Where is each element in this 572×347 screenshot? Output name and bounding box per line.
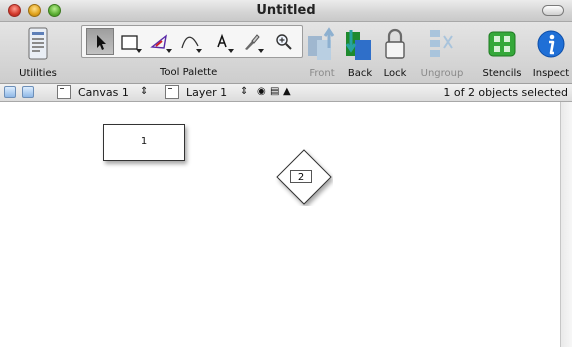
canvas-selector[interactable]: Canvas 1 [78, 86, 129, 99]
send-to-back-icon [345, 30, 371, 60]
lock-button[interactable]: Lock [382, 26, 408, 79]
app-window: Untitled Utilities Tool Palette Front Ba… [0, 0, 572, 347]
nav-forward-icon[interactable] [22, 86, 34, 98]
chevron-down-icon [166, 49, 172, 53]
tool-palette-label: Tool Palette [160, 67, 218, 78]
lock-icon [385, 28, 405, 59]
selection-tool-button[interactable] [86, 28, 114, 55]
text-tool-button[interactable] [208, 28, 236, 55]
rectangle-tool-button[interactable] [116, 28, 144, 55]
canvas-layer-bar: Canvas 1 ⇕ Layer 1 ⇕ ◉ ▤ ▲ 1 of 2 object… [0, 84, 572, 102]
inspect-button[interactable]: Inspect [533, 26, 569, 79]
toolbar: Utilities Tool Palette Front Back Lock U… [0, 22, 572, 84]
layer-thumbnail-icon [165, 85, 179, 99]
pen-tool-button[interactable] [146, 28, 174, 55]
rectangle-shape-label: 1 [140, 136, 148, 147]
style-brush-tool-button[interactable] [238, 28, 266, 55]
layer-popup-arrows-icon[interactable]: ⇕ [240, 86, 248, 97]
visibility-eye-icon[interactable]: ◉ [257, 86, 266, 97]
layer-selector[interactable]: Layer 1 [186, 86, 227, 99]
zoom-tool-button[interactable] [270, 28, 298, 55]
window-title: Untitled [256, 3, 316, 18]
curve-tool-button[interactable] [176, 28, 204, 55]
ungroup-icon [430, 30, 453, 57]
utilities-button[interactable]: Utilities [19, 26, 57, 79]
rectangle-shape[interactable]: 1 [103, 124, 185, 161]
send-to-back-button[interactable]: Back [343, 26, 377, 79]
info-icon [537, 30, 565, 58]
stencils-icon [488, 31, 516, 57]
stencils-button[interactable]: Stencils [482, 26, 522, 79]
toolbar-toggle-button[interactable] [542, 5, 564, 16]
chevron-down-icon [228, 49, 234, 53]
layer-lock-icon[interactable]: ▲ [283, 86, 291, 97]
chevron-down-icon [136, 49, 142, 53]
utilities-icon [28, 27, 48, 60]
bring-to-front-icon [308, 27, 335, 60]
chevron-down-icon [196, 49, 202, 53]
nav-back-icon[interactable] [4, 86, 16, 98]
chevron-down-icon [258, 49, 264, 53]
inspect-label: Inspect [532, 68, 570, 79]
vertical-scrollbar[interactable] [560, 102, 572, 347]
utilities-label: Utilities [19, 68, 57, 79]
title-bar: Untitled [0, 0, 572, 22]
bring-to-front-button[interactable]: Front [305, 26, 339, 79]
selection-status: 1 of 2 objects selected [443, 86, 568, 99]
tool-palette [81, 25, 303, 58]
drawing-canvas[interactable] [0, 102, 560, 347]
canvas-popup-arrows-icon[interactable]: ⇕ [140, 86, 148, 97]
ungroup-button[interactable]: Ungroup [421, 26, 463, 79]
selection-arrow-icon [97, 35, 106, 50]
diamond-text-edit-field[interactable]: 2 [290, 170, 312, 183]
print-icon[interactable]: ▤ [270, 86, 279, 97]
magnifier-icon [276, 34, 292, 50]
canvas-thumbnail-icon [57, 85, 71, 99]
